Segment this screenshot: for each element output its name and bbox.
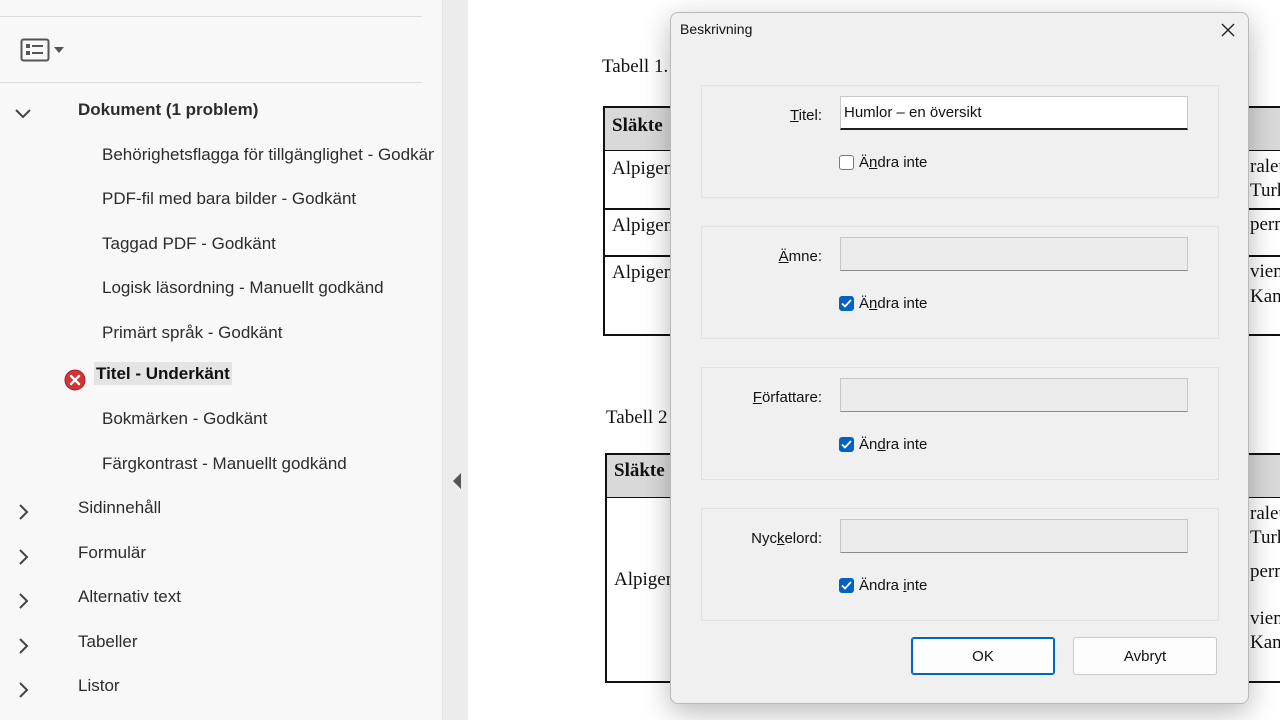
table2-caption: Tabell 2 [606, 407, 668, 428]
group-forms[interactable]: Formulär [78, 543, 146, 563]
check-item-title-label: Titel - Underkänt [94, 362, 232, 385]
subject-label: Ämne: [778, 248, 822, 265]
chevron-right-icon[interactable] [14, 592, 32, 610]
close-icon [1221, 23, 1235, 37]
table-cell-fragment: Turk [1250, 180, 1280, 201]
description-dialog: Beskrivning Titel: Ändra inte Ämne: Ändr… [670, 12, 1249, 704]
keywords-label: Nyckelord: [751, 530, 822, 547]
author-label: Författare: [752, 389, 822, 406]
list-options-icon [20, 38, 50, 62]
chevron-right-icon[interactable] [14, 637, 32, 655]
checkmark-icon [841, 299, 852, 308]
failed-status-icon [64, 369, 86, 391]
checkbox-label: Ändra inte [859, 154, 928, 171]
title-input[interactable] [840, 96, 1188, 130]
checkbox-label: Ändra inte [859, 295, 928, 312]
checkbox-unchecked [839, 155, 854, 170]
table-cell-fragment: Kana [1250, 286, 1280, 307]
ok-button[interactable]: OK [911, 637, 1055, 675]
author-input[interactable] [840, 378, 1188, 412]
title-dont-change-checkbox[interactable]: Ändra inte [839, 154, 927, 171]
accessibility-checker-panel: Dokument (1 problem) Behörighetsflagga f… [0, 0, 443, 720]
chevron-right-icon[interactable] [14, 681, 32, 699]
check-item-title-selected[interactable]: Titel - Underkänt [94, 362, 232, 385]
group-page-content[interactable]: Sidinnehåll [78, 498, 161, 518]
subject-input[interactable] [840, 237, 1188, 271]
cancel-button[interactable]: Avbryt [1073, 637, 1217, 675]
subject-group: Ämne: Ändra inte [701, 226, 1219, 339]
table-cell: Alpigen [612, 215, 674, 236]
check-item-primary-language[interactable]: Primärt språk - Godkänt [102, 323, 282, 343]
chevron-right-icon[interactable] [14, 548, 32, 566]
checkbox-label: Ändra inte [859, 577, 928, 594]
check-item-accessibility-flag[interactable]: Behörighetsflagga för tillgänglighet - G… [102, 145, 434, 165]
title-label: Titel: [790, 107, 822, 124]
checkbox-checked [839, 437, 854, 452]
subject-dont-change-checkbox[interactable]: Ändra inte [839, 295, 927, 312]
options-menu-button[interactable] [20, 36, 70, 64]
table-cell: Alpigen [612, 262, 674, 283]
table-header-cell: Släkte [614, 460, 665, 481]
keywords-input[interactable] [840, 519, 1188, 553]
author-dont-change-checkbox[interactable]: Ändra inte [839, 436, 927, 453]
table-cell-fragment: pern [1250, 214, 1280, 235]
title-group: Titel: Ändra inte [701, 85, 1219, 198]
check-item-bookmarks[interactable]: Bokmärken - Godkänt [102, 409, 267, 429]
divider [0, 16, 422, 17]
panel-splitter[interactable] [443, 0, 468, 720]
table1-caption: Tabell 1. [602, 56, 669, 77]
table-cell: Alpigen [612, 158, 674, 179]
close-button[interactable] [1214, 19, 1242, 41]
collapse-panel-arrow-icon[interactable] [451, 472, 463, 490]
group-tables[interactable]: Tabeller [78, 632, 138, 652]
table-cell-fragment: raleu [1250, 156, 1280, 177]
keywords-group: Nyckelord: Ändra inte [701, 508, 1219, 621]
keywords-dont-change-checkbox[interactable]: Ändra inte [839, 577, 927, 594]
checkmark-icon [841, 440, 852, 449]
table-cell-fragment: raleu [1250, 503, 1280, 524]
check-item-logical-reading-order[interactable]: Logisk läsordning - Manuellt godkänd [102, 278, 384, 298]
dialog-title: Beskrivning [680, 21, 753, 37]
checkbox-label: Ändra inte [859, 436, 928, 453]
dropdown-caret-icon [54, 47, 64, 53]
check-item-color-contrast[interactable]: Färgkontrast - Manuellt godkänd [102, 454, 347, 474]
group-alternative-text[interactable]: Alternativ text [78, 587, 181, 607]
table-header-cell: Släkte [612, 115, 663, 136]
divider [0, 82, 422, 83]
table-cell-fragment: pern [1250, 561, 1280, 582]
group-lists[interactable]: Listor [78, 676, 120, 696]
table-cell-fragment: vien [1250, 608, 1280, 629]
chevron-right-icon[interactable] [14, 503, 32, 521]
checkmark-icon [841, 581, 852, 590]
group-document-title[interactable]: Dokument (1 problem) [78, 100, 258, 120]
check-item-tagged-pdf[interactable]: Taggad PDF - Godkänt [102, 234, 276, 254]
author-group: Författare: Ändra inte [701, 367, 1219, 480]
checkbox-checked [839, 578, 854, 593]
table-cell: Alpigen [614, 569, 676, 590]
table-cell-fragment: Kana [1250, 632, 1280, 653]
chevron-down-icon[interactable] [14, 104, 32, 122]
check-item-image-only-pdf[interactable]: PDF-fil med bara bilder - Godkänt [102, 189, 356, 209]
table-cell-fragment: Turk [1250, 527, 1280, 548]
table-cell-fragment: vien [1250, 261, 1280, 282]
checkbox-checked [839, 296, 854, 311]
